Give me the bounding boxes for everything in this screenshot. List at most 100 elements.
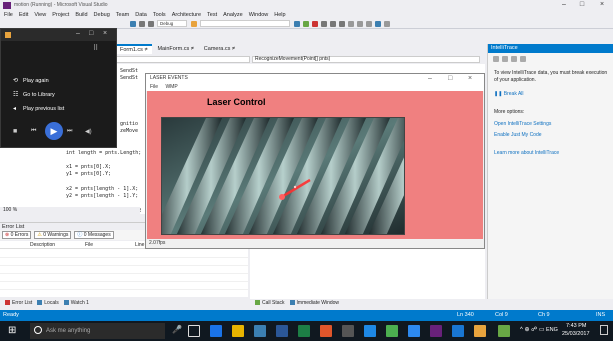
step-out-icon[interactable] <box>339 20 345 27</box>
menu-team[interactable]: Team <box>116 12 129 18</box>
tab-mainform[interactable]: MainForm.cs ≠ <box>152 44 198 54</box>
app-icon-b[interactable] <box>408 325 420 337</box>
menu-tools[interactable]: Tools <box>153 12 166 18</box>
tab-camera[interactable]: Camera.cs ≠ <box>199 44 240 54</box>
type-combo[interactable] <box>115 56 250 63</box>
toolbar-icon-e[interactable] <box>384 20 390 27</box>
chrome-icon[interactable] <box>386 325 398 337</box>
it-tool-icon[interactable] <box>520 55 526 62</box>
laser-events-window: LASER EVENTS – □ × File WMP Laser Contro… <box>145 73 485 249</box>
toolbar-icon-d[interactable] <box>375 20 381 27</box>
close-button[interactable]: × <box>468 74 472 83</box>
internet-explorer-icon[interactable] <box>364 325 376 337</box>
menu-view[interactable]: View <box>34 12 46 18</box>
learn-more-link[interactable]: Learn more about IntelliTrace <box>494 150 609 157</box>
close-button[interactable]: × <box>103 30 107 37</box>
member-combo[interactable]: RecognizeMovement(Point[] pnts) <box>252 56 480 63</box>
excel-icon[interactable] <box>298 325 310 337</box>
language-indicator[interactable]: ENG <box>546 327 558 333</box>
clock-time[interactable]: 7:43 PM <box>566 323 586 329</box>
col-line[interactable]: Line <box>135 241 144 249</box>
go-to-library-button[interactable]: ☷ Go to Library <box>13 91 55 98</box>
toolbar-icon-b[interactable] <box>357 20 363 27</box>
volume-icon[interactable]: ◀) <box>85 128 92 135</box>
previous-icon[interactable]: ⏮ <box>31 128 36 135</box>
close-button[interactable]: × <box>594 0 610 10</box>
play-icon[interactable]: ▶ <box>45 122 63 140</box>
menu-window[interactable]: Window <box>249 12 269 18</box>
menu-wmp[interactable]: WMP <box>165 84 177 90</box>
clock-date[interactable]: 25/03/2017 <box>562 331 590 337</box>
tab-call-stack[interactable]: Call Stack <box>255 299 285 308</box>
menu-data[interactable]: Data <box>135 12 147 18</box>
toolbar-icon-a[interactable] <box>348 20 354 27</box>
menu-help[interactable]: Help <box>274 12 285 18</box>
break-all-link[interactable]: ❚❚ Break All <box>494 91 609 98</box>
find-combo[interactable] <box>200 20 290 27</box>
menu-build[interactable]: Build <box>75 12 87 18</box>
it-tool-icon[interactable] <box>502 55 508 62</box>
find-icon[interactable] <box>294 20 300 27</box>
maximize-button[interactable]: □ <box>448 74 452 83</box>
visual-studio-taskbar-icon[interactable] <box>430 325 442 337</box>
configuration-combo[interactable]: Debug <box>157 20 187 27</box>
task-view-icon[interactable] <box>188 325 200 337</box>
maximize-button[interactable]: □ <box>574 0 590 10</box>
microphone-icon[interactable]: 🎤 <box>172 325 182 334</box>
stop-icon[interactable]: ■ <box>13 128 17 135</box>
windows-start-icon[interactable]: ⊞ <box>8 325 16 336</box>
redo-icon[interactable] <box>148 20 154 27</box>
tab-immediate-window[interactable]: Immediate Window <box>289 299 339 308</box>
app-icon-a[interactable] <box>342 325 354 337</box>
menu-debug[interactable]: Debug <box>94 12 110 18</box>
app-icon-c[interactable] <box>452 325 464 337</box>
intellitrace-settings-link[interactable]: Open IntelliTrace Settings <box>494 121 609 128</box>
toolbar-icon-c[interactable] <box>366 20 372 27</box>
col-file[interactable]: File <box>85 241 93 249</box>
word-icon[interactable] <box>276 325 288 337</box>
it-tool-icon[interactable] <box>511 55 517 62</box>
system-tray-icons[interactable]: ^ ⊕ ☍ ▭ <box>520 326 545 333</box>
menu-analyze[interactable]: Analyze <box>223 12 243 18</box>
file-explorer-icon[interactable] <box>232 325 244 337</box>
tab-form1[interactable]: Form1.cs ≠ <box>115 44 153 54</box>
menu-edit[interactable]: Edit <box>19 12 28 18</box>
step-over-icon[interactable] <box>321 20 327 27</box>
tab-watch[interactable]: Watch 1 <box>63 299 89 308</box>
play-again-button[interactable]: ⟲ Play again <box>13 77 49 84</box>
app-icon-d[interactable] <box>498 325 510 337</box>
media-player-taskbar-icon[interactable] <box>474 325 486 337</box>
just-my-code-link[interactable]: Enable Just My Code <box>494 132 609 139</box>
menu-test[interactable]: Test <box>207 12 217 18</box>
menu-architecture[interactable]: Architecture <box>172 12 201 18</box>
stop-icon[interactable] <box>312 20 318 27</box>
break-icon[interactable] <box>191 20 197 27</box>
powerpoint-icon[interactable] <box>320 325 332 337</box>
play-previous-list-button[interactable]: ◂ Play previous list <box>13 105 64 112</box>
store-icon[interactable] <box>254 325 266 337</box>
step-into-icon[interactable] <box>330 20 336 27</box>
warnings-filter-button[interactable]: ⚠ 0 Warnings <box>34 231 72 239</box>
errors-filter-button[interactable]: ⊗ 0 Errors <box>2 231 32 239</box>
notifications-icon[interactable] <box>600 325 608 335</box>
continue-icon[interactable] <box>303 20 309 27</box>
switch-view-icon[interactable]: ⠿ <box>93 44 98 52</box>
zoom-level[interactable]: 100 % <box>0 207 140 214</box>
edge-icon[interactable] <box>210 325 222 337</box>
it-tool-icon[interactable] <box>493 55 499 62</box>
minimize-button[interactable]: – <box>428 74 432 83</box>
save-icon[interactable] <box>130 20 136 27</box>
col-description[interactable]: Description <box>30 241 55 249</box>
minimize-button[interactable]: – <box>556 0 572 10</box>
messages-filter-button[interactable]: ⓘ 0 Messages <box>74 231 114 239</box>
menu-file[interactable]: File <box>4 12 13 18</box>
minimize-button[interactable]: – <box>76 30 80 37</box>
menu-project[interactable]: Project <box>52 12 69 18</box>
menu-file[interactable]: File <box>150 84 158 90</box>
tab-locals[interactable]: Locals <box>37 299 59 308</box>
cortana-search-box[interactable]: Ask me anything <box>30 323 165 339</box>
tab-error-list[interactable]: Error List <box>5 299 32 308</box>
undo-icon[interactable] <box>139 20 145 27</box>
next-icon[interactable]: ⏭ <box>67 128 72 135</box>
maximize-button[interactable]: □ <box>89 30 93 37</box>
